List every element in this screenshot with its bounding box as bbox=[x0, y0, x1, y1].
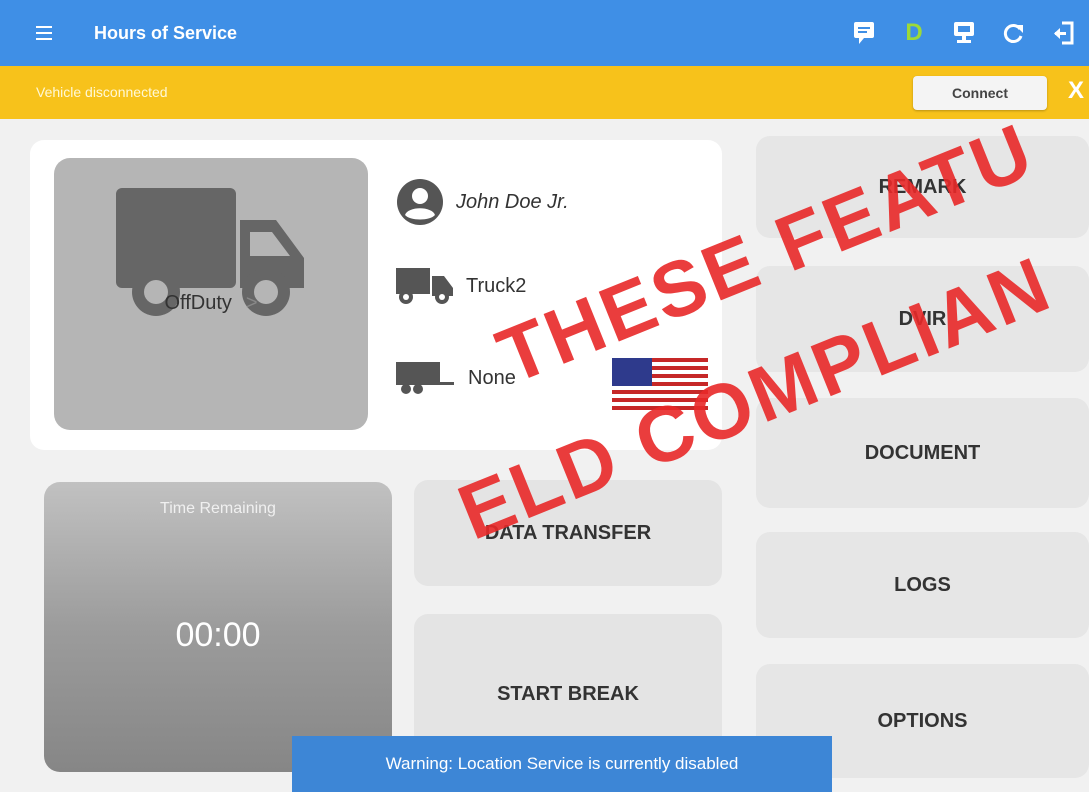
driver-row: John Doe Jr. bbox=[396, 178, 569, 226]
time-remaining-value: 00:00 bbox=[175, 616, 261, 654]
remark-button[interactable]: REMARK bbox=[756, 136, 1089, 238]
driver-name: John Doe Jr. bbox=[456, 190, 569, 213]
user-avatar-icon bbox=[397, 179, 443, 225]
dvir-button[interactable]: DVIR bbox=[756, 266, 1089, 372]
app-title: Hours of Service bbox=[94, 22, 238, 43]
refresh-icon[interactable] bbox=[989, 13, 1039, 53]
duty-status-text: OffDuty bbox=[164, 292, 232, 314]
chevron-right-icon: > bbox=[245, 292, 258, 314]
logout-icon[interactable] bbox=[1039, 13, 1089, 53]
connect-button[interactable]: Connect bbox=[913, 76, 1047, 110]
vehicle-name: Truck2 bbox=[466, 274, 527, 297]
banner-text: Vehicle disconnected bbox=[36, 84, 168, 100]
trailer-row: None bbox=[396, 360, 516, 396]
time-remaining-card: Time Remaining 00:00 bbox=[44, 482, 392, 772]
driver-status-icon[interactable]: D bbox=[889, 13, 939, 53]
duty-status-tile[interactable]: OffDuty > bbox=[54, 158, 368, 430]
message-icon[interactable] bbox=[839, 13, 889, 53]
monitor-icon[interactable] bbox=[939, 13, 989, 53]
driver-info-card: OffDuty > John Doe Jr. Truck2 None bbox=[30, 140, 722, 450]
vehicle-row: Truck2 bbox=[396, 266, 526, 306]
truck-small-icon bbox=[396, 268, 453, 304]
document-button[interactable]: DOCUMENT bbox=[756, 398, 1089, 508]
us-flag-icon bbox=[612, 358, 708, 410]
trailer-name: None bbox=[468, 366, 516, 389]
location-warning-snackbar: Warning: Location Service is currently d… bbox=[292, 736, 832, 792]
data-transfer-button[interactable]: DATA TRANSFER bbox=[414, 480, 722, 586]
connection-banner: Vehicle disconnected Connect X bbox=[0, 66, 1089, 119]
appbar-actions: D bbox=[839, 0, 1089, 66]
menu-icon[interactable] bbox=[36, 21, 66, 45]
close-icon[interactable]: X bbox=[1068, 77, 1084, 105]
logs-button[interactable]: LOGS bbox=[756, 532, 1089, 638]
duty-status-label: OffDuty > bbox=[54, 292, 368, 315]
time-remaining-label: Time Remaining bbox=[160, 500, 276, 517]
app-bar: Hours of Service D bbox=[0, 0, 1089, 66]
trailer-icon bbox=[396, 362, 454, 394]
